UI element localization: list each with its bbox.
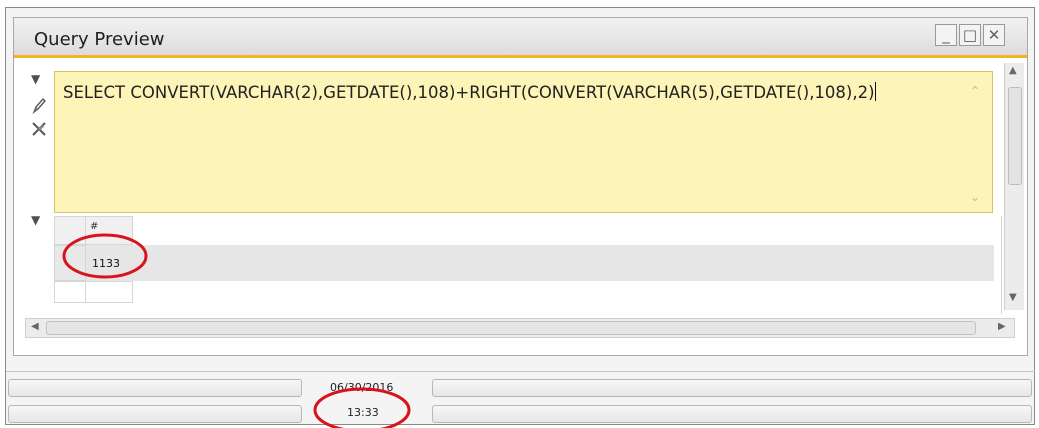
- highlight-circle-time: [313, 387, 411, 428]
- annotation-overlay: [62, 233, 411, 428]
- highlight-circle-result: [62, 233, 148, 279]
